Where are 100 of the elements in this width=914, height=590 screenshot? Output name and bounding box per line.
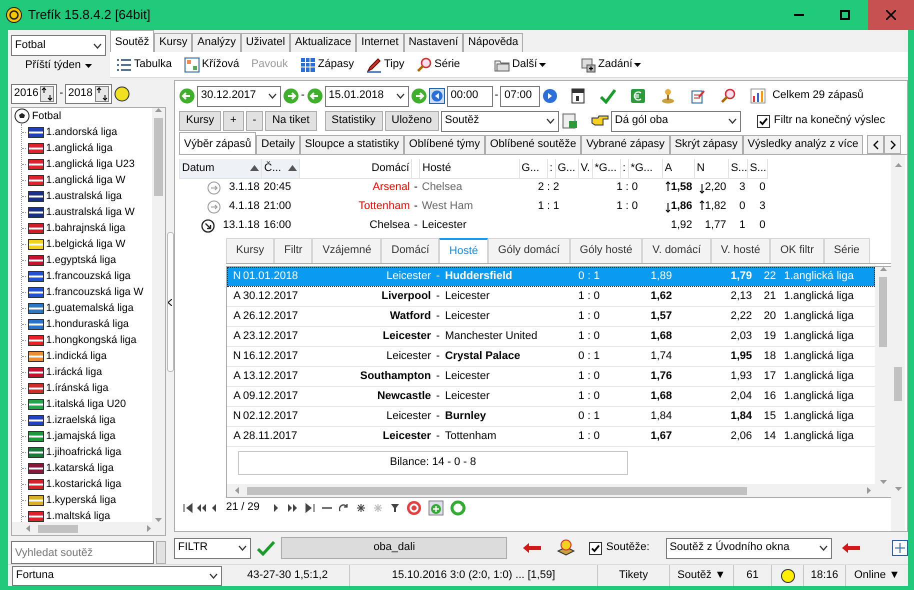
tab[interactable]: Detaily: [256, 135, 300, 154]
tree-item[interactable]: 1.maltská liga: [22, 508, 152, 522]
tree-item[interactable]: 1.australská liga: [22, 188, 152, 204]
tree-item[interactable]: 1.jamajská liga: [22, 428, 152, 444]
column-header[interactable]: S...: [747, 159, 768, 178]
cancel-icon[interactable]: [406, 500, 422, 516]
tree-item[interactable]: 1.anglická liga U23: [22, 156, 152, 172]
column-header[interactable]: Č...: [262, 159, 300, 178]
tab[interactable]: Vybrané zápasy: [581, 135, 670, 154]
toolbar-button[interactable]: Tabulka: [114, 56, 174, 72]
source-select[interactable]: Soutěž z Úvodního okna: [666, 538, 832, 558]
rewind-icon[interactable]: [428, 88, 445, 104]
time-to-field[interactable]: 07:00: [500, 86, 540, 106]
match-row[interactable]: A 23.12.2017 Leicester - Manchester United 1 : 0 1,68 2,03 19 1.anglická liga: [227, 327, 875, 347]
scrollbar[interactable]: [891, 155, 905, 531]
checkmark-icon[interactable]: [257, 540, 276, 556]
menu-tab[interactable]: Internet: [356, 33, 404, 52]
tree-item[interactable]: 1.hongkongská liga: [22, 332, 152, 348]
match-row[interactable]: A 28.11.2017 Leicester - Tottenham 1 : 0 1,67 2,06 14 1.anglická liga: [227, 427, 875, 447]
match-row[interactable]: A 13.12.2017 Southampton - Leicester 1 : 0 1,76 1,93 17 1.anglická liga: [227, 367, 875, 387]
tree-item[interactable]: 1.egyptská liga: [22, 252, 152, 268]
toolbar-button[interactable]: Zadání: [578, 56, 644, 72]
ball-icon[interactable]: [114, 86, 130, 102]
tree-item[interactable]: 1.anglická liga: [22, 140, 152, 156]
tab[interactable]: Oblíbené týmy: [404, 135, 485, 154]
filter-button[interactable]: Uloženo: [384, 111, 439, 131]
competition-select[interactable]: Soutěž: [440, 110, 559, 132]
menu-tab[interactable]: Soutěž: [110, 30, 154, 52]
spin-icon[interactable]: [94, 86, 109, 102]
scroll-thumb[interactable]: [38, 524, 78, 532]
last-icon[interactable]: [304, 503, 315, 513]
time-from-field[interactable]: 00:00: [446, 86, 493, 106]
fast-forward-icon[interactable]: [288, 503, 298, 513]
filter-select[interactable]: FILTR: [174, 538, 252, 558]
joystick-icon[interactable]: [660, 88, 676, 104]
tree-item[interactable]: 1.australská liga W: [22, 204, 152, 220]
splitter-handle[interactable]: [166, 232, 174, 372]
scrollbar[interactable]: [152, 108, 165, 522]
tab[interactable]: Oblíbené soutěže: [484, 135, 582, 154]
column-header[interactable]: Domácí: [300, 159, 412, 178]
filter-button[interactable]: Statistiky: [324, 111, 383, 131]
checkmark-icon[interactable]: [600, 88, 616, 104]
filter-button[interactable]: Na tiket: [265, 111, 317, 131]
year-field[interactable]: 2016: [11, 84, 58, 104]
tree-item[interactable]: 1.jihoafrická liga: [22, 444, 152, 460]
column-header[interactable]: V.: [578, 159, 592, 178]
tree-item[interactable]: 1.francouzská liga W: [22, 284, 152, 300]
tree-item[interactable]: 1.kostarická liga: [22, 476, 152, 492]
status-menu-button[interactable]: Soutěž ▼: [670, 565, 734, 586]
final-result-checkbox[interactable]: Filtr na konečný výslec: [756, 114, 886, 128]
bookmaker-select[interactable]: Fortuna: [12, 566, 222, 586]
scroll-right-button[interactable]: [884, 135, 902, 154]
euro-icon[interactable]: [630, 88, 646, 104]
tab[interactable]: Sloupce a statistiky: [300, 135, 404, 154]
tab[interactable]: V. hosté: [710, 238, 770, 263]
filter-button[interactable]: +: [223, 111, 244, 131]
scroll-thumb[interactable]: [879, 277, 887, 347]
scrollbar[interactable]: [227, 484, 891, 497]
close-button[interactable]: [868, 0, 914, 30]
column-header[interactable]: G...: [555, 159, 578, 178]
tree-item[interactable]: 1.belgická liga W: [22, 236, 152, 252]
toolbar-button[interactable]: Zápasy: [298, 56, 356, 72]
column-header[interactable]: *G...: [592, 159, 620, 178]
toolbar-button[interactable]: Tipy: [364, 56, 406, 72]
column-header[interactable]: *G...: [628, 159, 662, 178]
edit-icon[interactable]: [690, 88, 706, 104]
scroll-thumb[interactable]: [154, 118, 163, 196]
tree-item[interactable]: 1.bahrajnská liga: [22, 220, 152, 236]
competitions-checkbox[interactable]: Soutěže:: [589, 541, 650, 555]
tree-item[interactable]: 1.indická liga: [22, 348, 152, 364]
redo-icon[interactable]: [338, 503, 349, 513]
filter-icon[interactable]: [390, 503, 400, 513]
search-icon[interactable]: [720, 88, 736, 104]
year-field[interactable]: 2018: [65, 84, 112, 104]
status-menu-button[interactable]: Online ▼: [846, 565, 908, 586]
date-from-field[interactable]: 30.12.2017: [197, 86, 281, 106]
asterisk-icon[interactable]: [356, 503, 366, 513]
match-row[interactable]: A 09.12.2017 Newcastle - Leicester 1 : 0 1,68 2,04 16 1.anglická liga: [227, 387, 875, 407]
left-arrow-icon[interactable]: [842, 543, 860, 553]
tree-item[interactable]: 1.izraelská liga: [22, 412, 152, 428]
tab[interactable]: Série: [824, 238, 870, 263]
match-row[interactable]: A 30.12.2017 Liverpool - Leicester 1 : 0 1,62 2,13 21 1.anglická liga: [227, 287, 875, 307]
tab[interactable]: Góly domácí: [488, 238, 570, 263]
column-header[interactable]: G...: [519, 159, 548, 178]
toolbar-button[interactable]: Další: [492, 56, 548, 72]
sport-select[interactable]: Fotbal: [11, 35, 106, 56]
tab[interactable]: Skrýt zápasy: [670, 135, 743, 154]
tab[interactable]: V. domácí: [642, 238, 711, 263]
menu-tab[interactable]: Analýzy: [192, 33, 241, 52]
tree-item[interactable]: 1.íránská liga: [22, 380, 152, 396]
export-icon[interactable]: [560, 112, 579, 130]
calendar-icon[interactable]: [570, 88, 586, 104]
menu-tab[interactable]: Aktualizace: [290, 33, 356, 52]
tree-item[interactable]: 1.guatemalská liga: [22, 300, 152, 316]
match-row[interactable]: A 26.12.2017 Watford - Leicester 1 : 0 1,57 2,22 20 1.anglická liga: [227, 307, 875, 327]
menu-tab[interactable]: Nápověda: [463, 33, 524, 52]
match-row[interactable]: N 02.12.2017 Leicester - Burnley 0 : 1 1,84 1,84 15 1.anglická liga: [227, 407, 875, 427]
fast-back-icon[interactable]: [196, 503, 206, 513]
column-header[interactable]: :: [547, 159, 556, 178]
toolbar-button[interactable]: Křížová: [182, 56, 242, 72]
